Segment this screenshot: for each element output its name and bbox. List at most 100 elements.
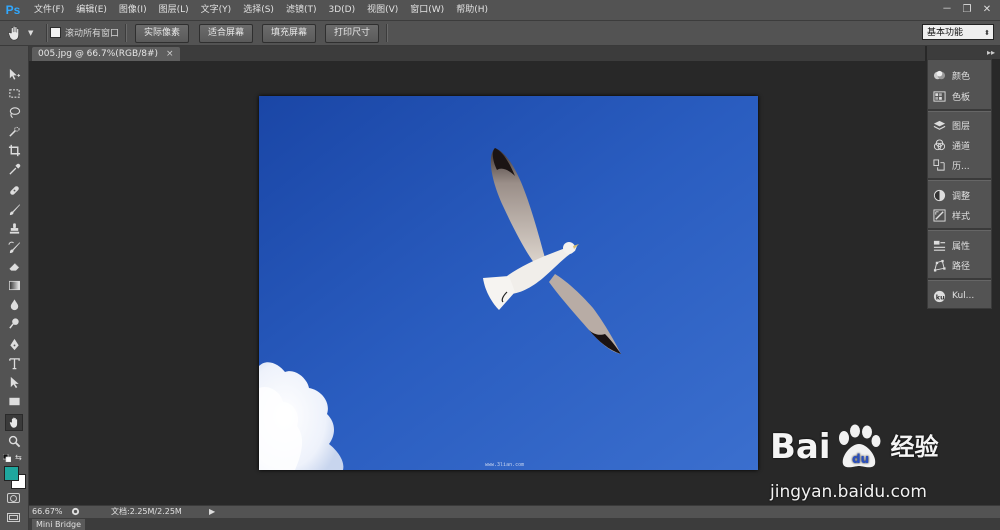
zoom-tool[interactable] — [5, 433, 23, 450]
workspace-select[interactable]: 基本功能 ⬍ — [922, 24, 994, 40]
paths-icon — [933, 259, 946, 272]
properties-icon — [933, 240, 946, 251]
menu-file[interactable]: 文件(F) — [28, 0, 70, 20]
marquee-tool[interactable] — [5, 85, 23, 102]
hand-icon — [8, 25, 19, 41]
quick-select-tool[interactable] — [5, 123, 23, 140]
swap-colors-icon[interactable]: ⇆ — [15, 453, 22, 462]
watermark-bai: Bai — [770, 427, 831, 467]
panel-layers[interactable]: 图层 — [933, 116, 989, 134]
toolbox: ⇆ — [0, 46, 29, 530]
collapse-arrows-icon[interactable]: ▸▸ — [987, 46, 995, 59]
eraser-tool[interactable] — [5, 258, 23, 275]
scroll-all-checkbox[interactable] — [50, 27, 61, 38]
fill-screen-button[interactable]: 填充屏幕 — [262, 24, 317, 43]
gradient-icon — [8, 280, 20, 291]
menu-image[interactable]: 图像(I) — [113, 0, 153, 20]
close-button[interactable]: ✕ — [978, 2, 996, 17]
print-size-button[interactable]: 打印尺寸 — [325, 24, 380, 43]
gradient-tool[interactable] — [5, 277, 23, 294]
hand-icon — [9, 417, 17, 428]
eraser-icon — [8, 263, 19, 271]
baidu-paw-icon: du — [838, 424, 881, 468]
path-select-icon — [10, 376, 19, 389]
status-info-icon[interactable] — [71, 507, 80, 516]
brush-tool[interactable] — [5, 201, 23, 218]
chevron-down-icon: ▼ — [28, 29, 34, 37]
close-icon[interactable]: × — [166, 47, 174, 61]
healing-tool[interactable] — [5, 182, 23, 199]
zoom-icon — [8, 435, 20, 448]
document-tab[interactable]: 005.jpg @ 66.7%(RGB/8#) × — [32, 47, 180, 61]
crop-icon — [8, 144, 20, 157]
move-tool[interactable] — [5, 66, 23, 83]
panel-swatches[interactable]: 色板 — [933, 87, 989, 105]
menu-view[interactable]: 视图(V) — [361, 0, 404, 20]
history-icon — [933, 158, 945, 171]
channels-icon — [933, 138, 946, 150]
clone-stamp-tool[interactable] — [5, 220, 23, 237]
mini-bridge-tab[interactable]: Mini Bridge — [32, 519, 86, 530]
updown-arrow-icon: ⬍ — [984, 29, 990, 37]
stamp-icon — [9, 223, 19, 234]
rectangle-tool[interactable] — [5, 393, 23, 410]
menu-bar: Ps 文件(F) 编辑(E) 图像(I) 图层(L) 文字(Y) 选择(S) 滤… — [0, 0, 1000, 21]
menu-window[interactable]: 窗口(W) — [404, 0, 450, 20]
color-icon — [933, 70, 946, 79]
document-image[interactable]: www.3lian.com — [259, 96, 758, 470]
rectangle-icon — [8, 397, 20, 406]
tool-preset-picker[interactable]: ▼ — [6, 23, 44, 43]
path-selection-tool[interactable] — [5, 374, 23, 391]
dodge-tool[interactable] — [5, 315, 23, 332]
panel-adjustments[interactable]: 调整 — [933, 186, 989, 204]
menu-select[interactable]: 选择(S) — [237, 0, 280, 20]
panel-paths[interactable]: 路径 — [933, 256, 989, 274]
adjustments-icon — [933, 189, 946, 201]
pen-tool[interactable] — [5, 336, 23, 353]
menu-3d[interactable]: 3D(D) — [322, 0, 361, 20]
minimize-button[interactable]: － — [938, 2, 956, 17]
menu-type[interactable]: 文字(Y) — [195, 0, 238, 20]
panel-properties[interactable]: 属性 — [933, 236, 989, 254]
panel-kuler[interactable]: ku Kul... — [933, 287, 989, 305]
window-controls: － ❐ ✕ — [938, 2, 996, 17]
quick-select-icon — [8, 126, 20, 137]
default-colors-icon[interactable] — [2, 453, 12, 463]
menu-filter[interactable]: 滤镜(T) — [280, 0, 323, 20]
image-caption: www.3lian.com — [485, 462, 524, 468]
fit-screen-button[interactable]: 适合屏幕 — [199, 24, 254, 43]
healing-icon — [9, 186, 19, 195]
type-tool[interactable] — [5, 355, 23, 372]
actual-pixels-button[interactable]: 实际像素 — [135, 24, 190, 43]
panel-history[interactable]: 历... — [933, 156, 989, 174]
brush-icon — [9, 204, 20, 216]
eyedropper-tool[interactable] — [5, 161, 23, 178]
type-icon — [8, 358, 20, 370]
panel-dock: 颜色 色板 图层 通道 历... 调整 样式 属性 路径 ku Kul... — [927, 59, 992, 309]
document-tab-bar: 005.jpg @ 66.7%(RGB/8#) × — [29, 46, 925, 61]
menu-layer[interactable]: 图层(L) — [153, 0, 195, 20]
panel-channels[interactable]: 通道 — [933, 136, 989, 154]
pen-icon — [9, 338, 19, 351]
history-brush-tool[interactable] — [5, 239, 23, 256]
watermark-jingyan: 经验 — [890, 433, 939, 461]
zoom-level[interactable]: 66.67% — [32, 506, 63, 518]
watermark-url: jingyan.baidu.com — [770, 482, 927, 502]
status-menu-arrow-icon[interactable]: ▶ — [209, 506, 215, 518]
screen-mode-icon[interactable] — [7, 513, 20, 522]
crop-tool[interactable] — [5, 142, 23, 159]
blur-tool[interactable] — [5, 296, 23, 313]
scroll-all-windows[interactable]: 滚动所有窗口 — [50, 26, 119, 39]
menu-help[interactable]: 帮助(H) — [450, 0, 494, 20]
lasso-tool[interactable] — [5, 104, 23, 121]
restore-button[interactable]: ❐ — [958, 2, 976, 17]
panel-styles[interactable]: 样式 — [933, 206, 989, 224]
document-title: 005.jpg @ 66.7%(RGB/8#) — [38, 49, 159, 59]
menu-edit[interactable]: 编辑(E) — [70, 0, 113, 20]
quick-mask-icon[interactable] — [7, 493, 20, 503]
panel-color[interactable]: 颜色 — [933, 66, 989, 84]
hand-tool[interactable] — [5, 414, 23, 431]
foreground-color-swatch[interactable] — [4, 466, 19, 481]
panel-label: 颜色 — [952, 71, 971, 82]
panel-label: 路径 — [952, 261, 971, 272]
